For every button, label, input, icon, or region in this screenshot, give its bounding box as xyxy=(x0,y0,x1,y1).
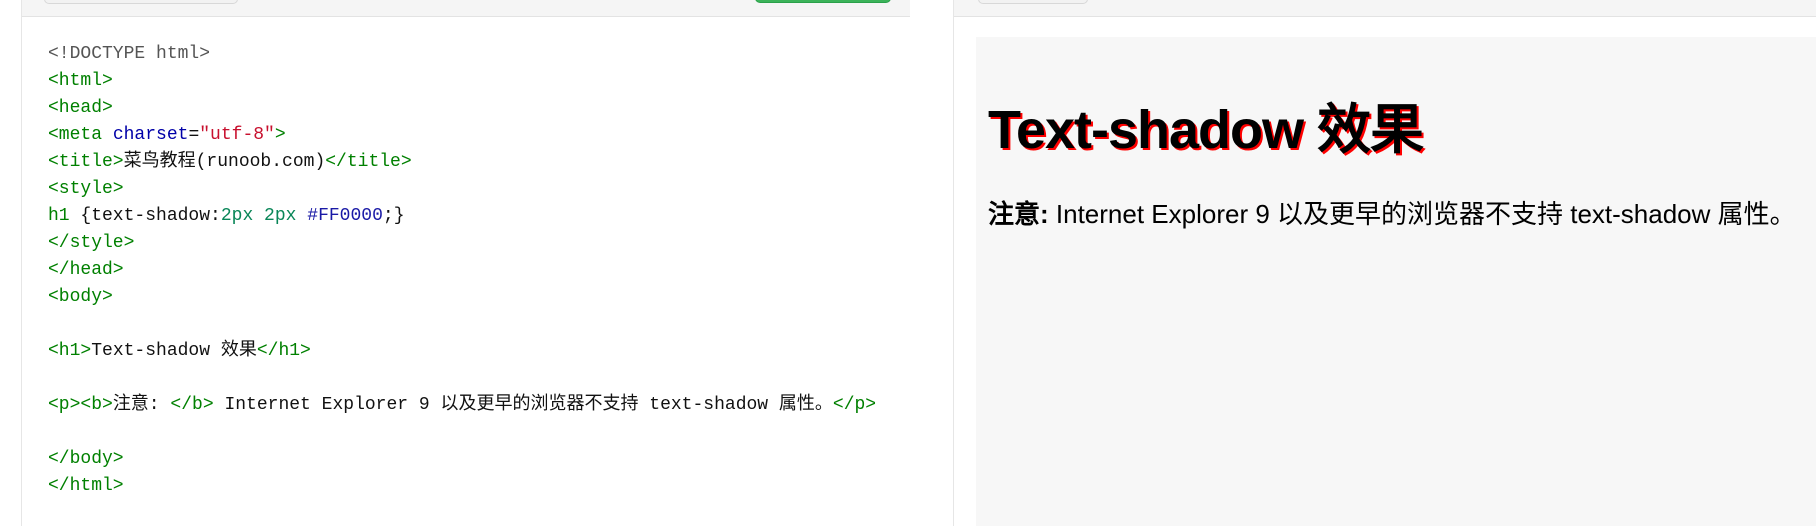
code-line: <title>菜鸟教程(runoob.com)</title> xyxy=(48,149,908,176)
code-token: {text-shadow: xyxy=(80,206,221,226)
code-token: <style> xyxy=(48,179,124,199)
code-token: <!DOCTYPE html> xyxy=(48,44,211,64)
result-toolbar xyxy=(954,0,1816,17)
editor-toolbar xyxy=(22,0,911,17)
result-toolbar-button[interactable] xyxy=(978,0,1088,4)
code-token: 注意: xyxy=(112,395,171,415)
result-pane: Text-shadow 效果 注意: Internet Explorer 9 以… xyxy=(953,0,1816,526)
code-line: </head> xyxy=(48,257,908,284)
code-token: Internet Explorer 9 以及更早的浏览器不支持 text-sha… xyxy=(213,395,833,415)
code-line: <meta charset="utf-8"> xyxy=(48,122,908,149)
code-line: h1 {text-shadow:2px 2px #FF0000;} xyxy=(48,203,908,230)
run-button[interactable] xyxy=(755,0,891,3)
code-token: > xyxy=(274,125,286,145)
result-preview: Text-shadow 效果 注意: Internet Explorer 9 以… xyxy=(976,37,1816,526)
code-token: </html> xyxy=(48,476,124,496)
code-token: <html> xyxy=(48,71,113,91)
code-token: #FF0000 xyxy=(307,206,383,226)
code-line: </body> xyxy=(48,446,908,473)
code-token: = xyxy=(188,125,200,145)
preview-note-label: 注意: xyxy=(988,199,1049,229)
code-line: </style> xyxy=(48,230,908,257)
code-token: </title> xyxy=(325,152,412,172)
code-line: <p><b>注意: </b> Internet Explorer 9 以及更早的… xyxy=(48,392,908,419)
code-token: </b> xyxy=(170,395,214,415)
code-token: Text-shadow 效果 xyxy=(91,341,257,361)
code-token: </style> xyxy=(48,233,135,253)
code-token: <title> xyxy=(48,152,124,172)
pane-divider[interactable] xyxy=(910,0,953,526)
code-token: <p><b> xyxy=(48,395,113,415)
code-line: </html> xyxy=(48,473,908,500)
code-token: <meta xyxy=(48,125,113,145)
code-token: 菜鸟教程(runoob.com) xyxy=(123,152,326,172)
code-token: </body> xyxy=(48,449,124,469)
code-token: </h1> xyxy=(256,341,311,361)
code-token: ;} xyxy=(382,206,405,226)
code-token: "utf-8" xyxy=(199,125,275,145)
code-line: <!DOCTYPE html> xyxy=(48,41,908,68)
code-token: 2px 2px xyxy=(220,206,308,226)
code-token: <head> xyxy=(48,98,113,118)
preview-paragraph: 注意: Internet Explorer 9 以及更早的浏览器不支持 text… xyxy=(988,195,1808,233)
code-token: charset xyxy=(112,125,189,145)
code-line: <h1>Text-shadow 效果</h1> xyxy=(48,338,908,365)
code-token: <body> xyxy=(48,287,113,307)
code-line: <head> xyxy=(48,95,908,122)
code-line: <html> xyxy=(48,68,908,95)
code-editor[interactable]: <!DOCTYPE html> <html> <head> <meta charset… xyxy=(48,41,908,500)
preview-heading: Text-shadow 效果 xyxy=(988,100,1424,160)
code-editor-pane[interactable]: <!DOCTYPE html> <html> <head> <meta charset… xyxy=(21,0,912,526)
code-token: <h1> xyxy=(48,341,92,361)
code-line: <style> xyxy=(48,176,908,203)
code-line: <body> xyxy=(48,284,908,311)
preview-note-text: Internet Explorer 9 以及更早的浏览器不支持 text-sha… xyxy=(1048,199,1796,229)
code-token: h1 xyxy=(48,206,81,226)
toolbar-button[interactable] xyxy=(44,0,238,4)
code-token: </p> xyxy=(832,395,877,415)
code-token: </head> xyxy=(48,260,124,280)
